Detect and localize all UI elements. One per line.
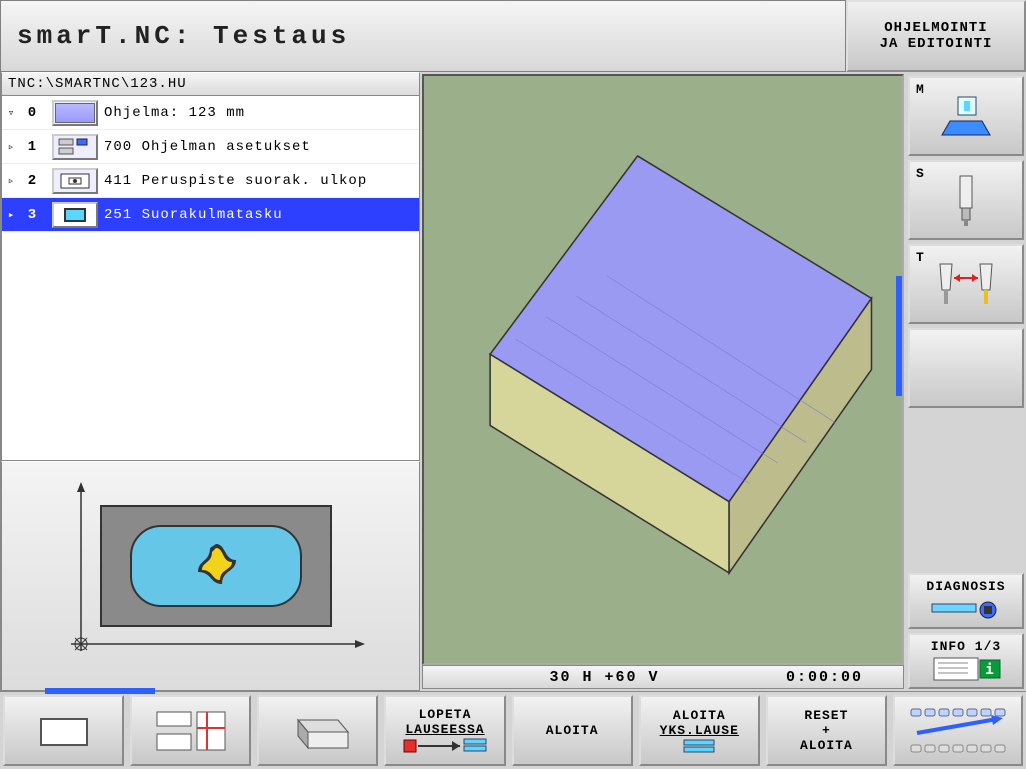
side-m-button[interactable]: M (908, 76, 1024, 156)
expand-toggle[interactable]: ▹ (4, 140, 18, 154)
row-num: 1 (18, 139, 46, 155)
viewport-scroll-indicator (896, 276, 902, 396)
pocket-icon (52, 202, 98, 228)
sk6-line2: YKS.LAUSE (660, 723, 739, 738)
app-title: smarT.NC: Testaus (0, 0, 846, 72)
sk6-line1: ALOITA (673, 708, 726, 723)
softkey-pager[interactable] (893, 695, 1023, 766)
svg-text:i: i (985, 662, 994, 678)
mode-line1: OHJELMOINTI (884, 20, 987, 36)
softkey-reset-start[interactable]: RESET + ALOITA (766, 695, 887, 766)
row-num: 2 (18, 173, 46, 189)
expand-toggle[interactable]: ▹ (4, 174, 18, 188)
softkey-start-single[interactable]: ALOITA YKS.LAUSE (639, 695, 760, 766)
diagnosis-label: DIAGNOSIS (914, 579, 1018, 594)
side-m-label: M (916, 82, 925, 97)
sk4-line1: LOPETA (419, 707, 472, 722)
info-icon: i (914, 654, 1018, 684)
row-num: 0 (18, 105, 46, 121)
cycle-preview (1, 461, 420, 691)
mode-line2: JA EDITOINTI (880, 36, 993, 52)
program-icon (52, 100, 98, 126)
softkey-view-3[interactable] (257, 695, 378, 766)
stop-at-icon (400, 737, 490, 755)
info-label: INFO 1/3 (914, 639, 1018, 654)
side-t-label: T (916, 250, 925, 265)
row-num: 3 (18, 207, 46, 223)
3d-view-icon (278, 706, 358, 756)
side-s-label: S (916, 166, 925, 181)
row-text: 411 Peruspiste suorak. ulkop (104, 173, 367, 189)
viewport-status: 30 H +60 V 0:00:00 (422, 665, 904, 689)
tree-row-1[interactable]: ▹ 1 700 Ohjelman asetukset (2, 130, 419, 164)
softkey-view-1[interactable] (3, 695, 124, 766)
status-time: 0:00:00 (786, 669, 863, 686)
side-s-button[interactable]: S (908, 160, 1024, 240)
row-text: Ohjelma: 123 mm (104, 105, 245, 121)
tree-row-0[interactable]: ▿ 0 Ohjelma: 123 mm (2, 96, 419, 130)
pager-icon (903, 703, 1013, 759)
row-text: 700 Ohjelman asetukset (104, 139, 311, 155)
softkey-start[interactable]: ALOITA (512, 695, 633, 766)
tree-row-2[interactable]: ▹ 2 411 Peruspiste suorak. ulkop (2, 164, 419, 198)
datum-icon (52, 168, 98, 194)
expand-toggle[interactable]: ▸ (4, 208, 18, 222)
mode-button[interactable]: OHJELMOINTI JA EDITOINTI (846, 0, 1026, 72)
sk5-label: ALOITA (546, 723, 599, 738)
row-text: 251 Suorakulmatasku (104, 207, 283, 223)
softkey-view-2[interactable] (130, 695, 251, 766)
expand-toggle[interactable]: ▿ (4, 106, 18, 120)
spindle-icon (914, 166, 1018, 234)
split-view-icon (151, 706, 231, 756)
tree-row-3[interactable]: ▸ 3 251 Suorakulmatasku (2, 198, 419, 232)
softkey-bar: LOPETA LAUSEESSA ALOITA ALOITA YKS.LAUSE… (0, 691, 1026, 769)
side-diagnosis-button[interactable]: DIAGNOSIS (908, 573, 1024, 629)
tool-change-icon (914, 250, 1018, 318)
side-info-button[interactable]: INFO 1/3 i (908, 633, 1024, 689)
softkey-stop-block[interactable]: LOPETA LAUSEESSA (384, 695, 505, 766)
single-block-icon (654, 738, 744, 754)
status-coords: 30 H +60 V (423, 669, 786, 686)
diagnosis-icon (914, 594, 1018, 623)
program-tree[interactable]: ▿ 0 Ohjelma: 123 mm ▹ 1 700 Ohjelman ase… (1, 96, 420, 461)
settings-icon (52, 134, 98, 160)
side-t-button[interactable]: T (908, 244, 1024, 324)
sk7-line3: ALOITA (800, 738, 853, 753)
blank-view-icon (29, 709, 99, 753)
sk7-line1: RESET (804, 708, 848, 723)
sk4-line2: LAUSEESSA (405, 722, 484, 737)
sk7-line2: + (822, 723, 831, 738)
3d-viewport[interactable] (422, 74, 904, 665)
side-blank-button[interactable] (908, 328, 1024, 408)
machine-icon (914, 82, 1018, 150)
file-path: TNC:\SMARTNC\123.HU (1, 72, 420, 96)
